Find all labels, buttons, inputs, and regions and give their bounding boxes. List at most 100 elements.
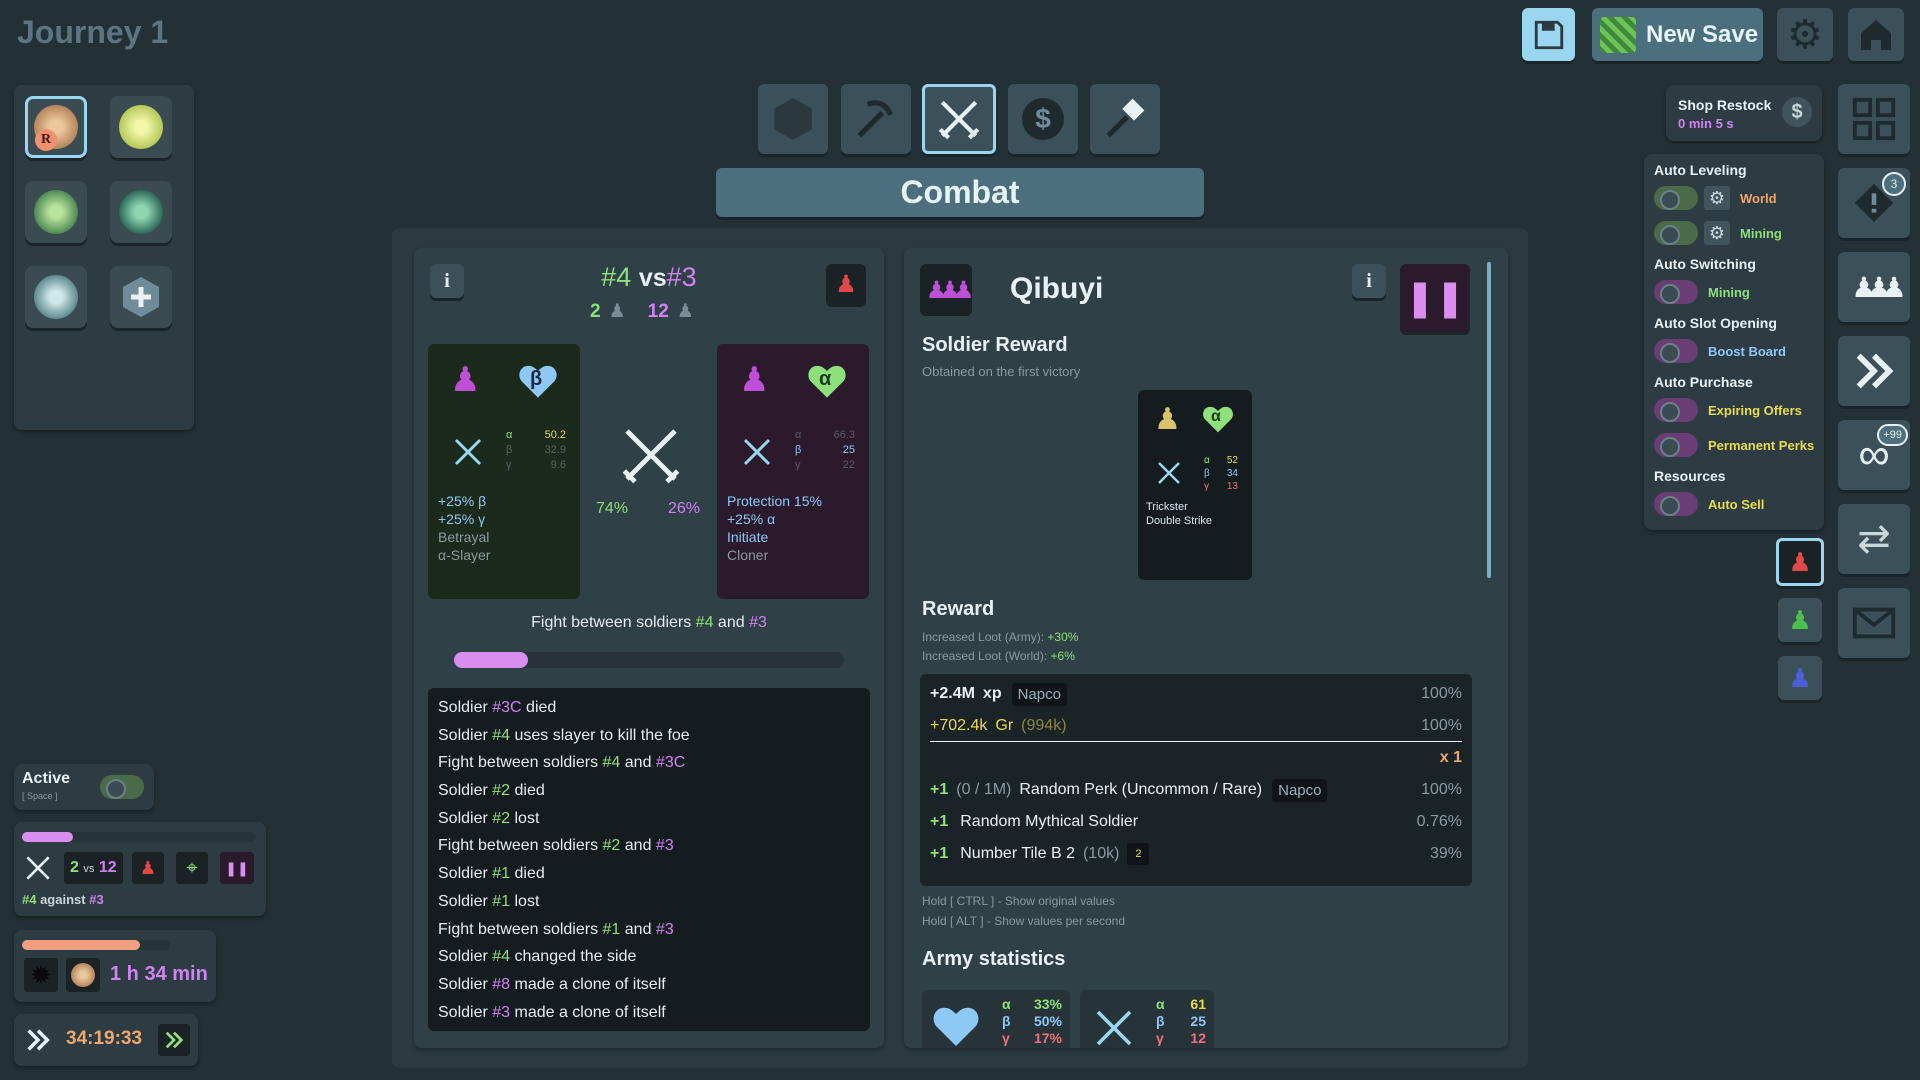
gear-icon[interactable]: ⚙: [1704, 221, 1730, 245]
tab-world[interactable]: [758, 84, 828, 154]
toggle-switch[interactable]: [1654, 280, 1698, 304]
trade-button[interactable]: ⇄: [1838, 504, 1910, 574]
log-entry: Soldier #4 changed the side: [438, 948, 637, 966]
map-slot-5[interactable]: [25, 266, 87, 328]
green-soldier-icon: ♟: [1788, 604, 1812, 635]
auto-sell[interactable]: Auto Sell: [1654, 492, 1764, 516]
settings-button[interactable]: ⚙: [1777, 8, 1833, 61]
heart-icon: [933, 1007, 979, 1046]
map-slot-3[interactable]: [25, 181, 87, 243]
log-entry: Soldier #3C died: [438, 699, 557, 716]
toggle-switch[interactable]: [1654, 221, 1698, 245]
gear-icon[interactable]: ⚙: [1704, 186, 1730, 210]
enemy-scrollbar[interactable]: [1487, 262, 1491, 578]
auto-purchase-expiring[interactable]: Expiring Offers: [1654, 398, 1802, 422]
enemy-name: Qibuyi: [1010, 272, 1104, 305]
soldier-card-right[interactable]: ♟ α α 66.3 β 25 γ 22 Protection 15% +25% α …: [717, 344, 869, 599]
save-thumbnail-icon: [1600, 16, 1636, 53]
hint-alt: Hold [ ALT ] - Show values per second: [922, 914, 1125, 928]
notification-badge: +99: [1877, 424, 1908, 446]
map-slot-2[interactable]: [110, 96, 172, 158]
army-button[interactable]: ♟♟♟: [1838, 252, 1910, 322]
log-entry: Fight between soldiers #2 and #3: [438, 837, 674, 855]
log-entry: Soldier #2 lost: [438, 809, 540, 827]
army-stats-ratio-card: α 33% β 50% γ 17%: [922, 990, 1070, 1048]
right-card-stats: α 66.3 β 25 γ 22: [795, 429, 855, 471]
soldier-icon: ♟: [608, 301, 626, 322]
gold-soldier-icon: ♟: [1154, 403, 1181, 436]
target-button[interactable]: ⌖: [176, 852, 208, 884]
infinity-button[interactable]: ∞ +99: [1838, 420, 1910, 490]
gear-icon: ⚙: [1787, 12, 1823, 57]
hint-ctrl: Hold [ CTRL ] - Show original values: [922, 894, 1115, 908]
side-red-button[interactable]: ♟: [1776, 538, 1824, 586]
home-button[interactable]: [1848, 8, 1904, 61]
toggle-switch[interactable]: [1654, 433, 1698, 457]
toggle-switch[interactable]: [1654, 492, 1698, 516]
right-win-chance: 26%: [668, 500, 701, 517]
reward-tile-row: +1 Number Tile B 2 (10k) 2 39%: [930, 838, 1462, 870]
side-blue-button[interactable]: ♟: [1778, 656, 1822, 700]
mini-pause-button[interactable]: ❚❚: [220, 852, 254, 884]
quests-button[interactable]: 3: [1838, 168, 1910, 238]
enemy-avatar: ♟♟♟: [920, 264, 974, 316]
reward-title: Reward: [922, 598, 995, 620]
toggle-switch[interactable]: [100, 775, 144, 799]
group-icon: ♟♟♟: [925, 276, 974, 304]
reward-multiplier-row: x 1: [1439, 749, 1462, 766]
combat-log[interactable]: Soldier #3C died Soldier #4 uses slayer t…: [428, 688, 870, 1031]
add-map-button[interactable]: [110, 266, 172, 328]
soldier-reward-subtitle: Obtained on the first victory: [922, 364, 1081, 379]
auto-slot-boost[interactable]: Boost Board: [1654, 339, 1786, 363]
clock-panel[interactable]: 34:19:33: [14, 1014, 198, 1066]
napco-tag: Napco: [1272, 778, 1328, 802]
enemy-info-button[interactable]: i: [1352, 264, 1386, 298]
left-card-stats: α 50.2 β 32.9 γ 9.6: [506, 429, 566, 471]
shop-restock[interactable]: Shop Restock 0 min 5 s $: [1666, 85, 1822, 141]
side-green-button[interactable]: ♟: [1778, 598, 1822, 642]
toggle-switch[interactable]: [1654, 339, 1698, 363]
mail-button[interactable]: [1838, 588, 1910, 658]
auto-switch-mining[interactable]: Mining: [1654, 280, 1750, 304]
pause-icon: ❚❚: [225, 859, 249, 876]
reward-soldier-card[interactable]: ♟ α α 52 β 34 γ 13 Trickster Double Strike: [1138, 390, 1252, 580]
swords-icon: [1096, 1010, 1132, 1046]
auto-level-mining[interactable]: ⚙ Mining: [1654, 221, 1782, 245]
tab-shop[interactable]: $: [1008, 84, 1078, 154]
enemy-side-button[interactable]: ♟: [826, 264, 866, 304]
army-stats-value-card: α 61 β 25 γ 12: [1080, 990, 1214, 1048]
mini-battle-progress: [22, 832, 256, 842]
add-hex-icon: [123, 277, 159, 317]
soldier-card-left[interactable]: ♟ β α 50.2 β 32.9 γ 9.6 +25% β +25% γ Betra…: [428, 344, 580, 599]
auto-purchase-permanent[interactable]: Permanent Perks: [1654, 433, 1814, 457]
automation-panel: Auto Leveling ⚙ World ⚙ Mining Auto Swit…: [1644, 154, 1824, 530]
grid-view-button[interactable]: [1838, 84, 1910, 154]
reward-card-stats: α 52 β 34 γ 13: [1204, 455, 1238, 492]
toggle-switch[interactable]: [1654, 398, 1698, 422]
timer-panel[interactable]: ✹ 1 h 34 min: [14, 930, 216, 1002]
group-icon: ♟♟♟: [1851, 271, 1906, 303]
mini-battle-panel[interactable]: 2 vs 12 ♟ ⌖ ❚❚ #4 against #3: [14, 822, 266, 916]
map-slot-4[interactable]: [110, 181, 172, 243]
toggle-switch[interactable]: [1654, 186, 1698, 210]
auto-level-world[interactable]: ⚙ World: [1654, 186, 1777, 210]
active-toggle-panel[interactable]: Active [ Space ]: [14, 764, 154, 810]
speed-up-button[interactable]: [158, 1024, 190, 1056]
reward-mythical-row: +1 Random Mythical Soldier 0.76%: [930, 813, 1462, 830]
tab-craft[interactable]: [1090, 84, 1160, 154]
battle-info-button[interactable]: i: [430, 264, 464, 298]
fast-forward-button[interactable]: [1838, 336, 1910, 406]
section-title-bar: Combat: [716, 168, 1204, 217]
pause-button[interactable]: ❚❚: [1400, 264, 1470, 332]
double-chevron-icon: [165, 1031, 184, 1049]
map-slot-1[interactable]: R: [25, 96, 87, 158]
mini-side-button[interactable]: ♟: [132, 852, 164, 884]
save-button[interactable]: [1522, 8, 1575, 61]
map-badge: R: [35, 129, 57, 151]
tab-combat[interactable]: [922, 84, 996, 154]
dollar-token-icon: $: [1022, 98, 1064, 140]
soldier-reward-title: Soldier Reward: [922, 334, 1068, 356]
loot-army: Increased Loot (Army): +30%: [922, 630, 1079, 644]
new-save-button[interactable]: New Save: [1592, 8, 1763, 61]
tab-mining[interactable]: [841, 84, 911, 154]
